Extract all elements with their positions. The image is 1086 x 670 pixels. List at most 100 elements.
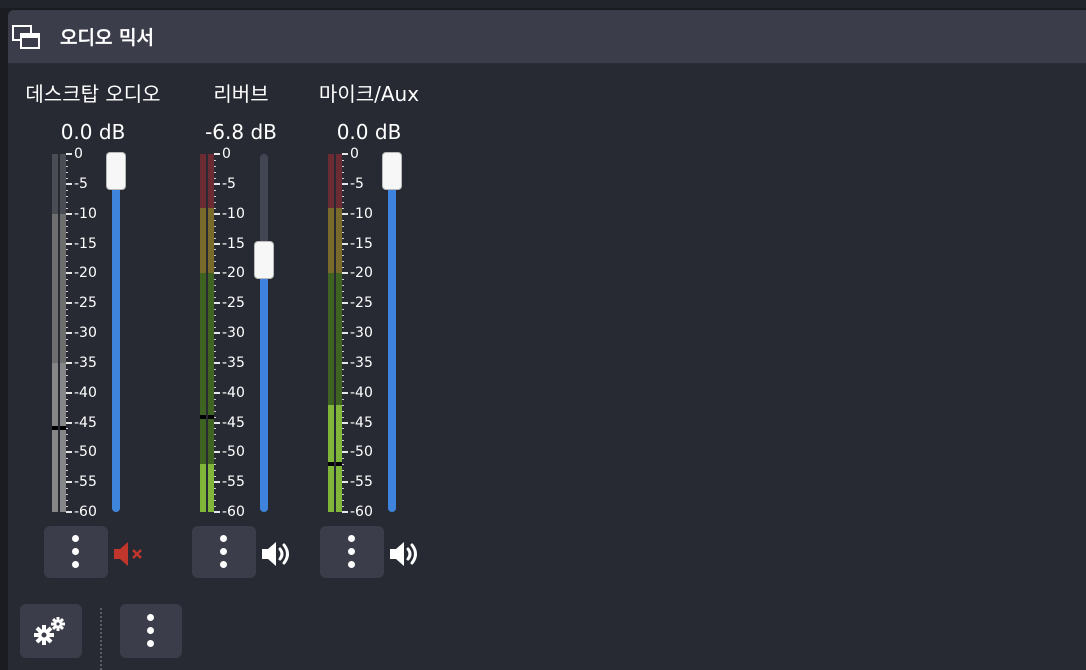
scale-minor-tick [214,279,216,281]
volume-fader-handle[interactable] [382,152,402,190]
channel-menu-button[interactable] [320,526,384,578]
float-dock-icon[interactable] [12,24,40,52]
meter-zone-red [52,154,58,208]
volume-fader-fill [260,243,268,512]
scale-label: -25 [74,295,97,312]
dock-title: 오디오 믹서 [60,27,155,49]
volume-db-label: 0.0 dB [60,120,126,144]
scale-minor-tick [66,350,68,352]
scale-minor-tick [214,219,216,221]
scale-major-tick [342,451,348,454]
scale-minor-tick [66,368,68,370]
scale-label: -25 [350,295,373,312]
scale-label: -5 [222,175,236,192]
scale-major-tick [66,451,72,454]
scale-minor-tick [66,344,68,346]
scale-minor-tick [66,189,68,191]
scale-minor-tick [214,386,216,388]
scale-minor-tick [342,261,344,263]
scale-major-tick [214,481,220,484]
scale-minor-tick [342,386,344,388]
top-strip [0,0,1086,8]
volume-fader-handle[interactable] [106,152,126,190]
muted-speaker-icon[interactable] [112,540,148,568]
scale-minor-tick [66,440,68,442]
volume-fader-fill [112,154,120,512]
scale-minor-tick [214,458,216,460]
channel-strip: 데스크탑 오디오 0.0 dB 0 -5 -10 -15 -20 -25 -30 -35 -40 -4… [8,70,178,590]
scale-major-tick [214,332,220,334]
channel-menu-button[interactable] [192,526,256,578]
scale-label: -55 [74,474,97,491]
scale-label: 0 [74,146,83,162]
scale-minor-tick [214,464,216,466]
scale-label: -40 [222,384,245,401]
speaker-icon[interactable] [388,540,424,568]
mixer-menu-button[interactable] [120,604,182,658]
scale-minor-tick [66,291,68,293]
scale-major-tick [66,481,72,484]
scale-minor-tick [342,410,344,412]
channel-menu-button[interactable] [44,526,108,578]
scale-label: -20 [350,265,373,282]
scale-minor-tick [66,404,68,406]
scale-minor-tick [66,428,68,430]
scale-minor-tick [342,494,344,496]
scale-minor-tick [214,470,216,472]
channel-name: 데스크탑 오디오 [25,82,161,106]
scale-minor-tick [342,297,344,299]
scale-minor-tick [342,338,344,340]
volume-fader-handle[interactable] [254,241,274,280]
scale-major-tick [66,391,72,394]
scale-major-tick [66,153,72,155]
scale-minor-tick [214,338,216,340]
scale-minor-tick [66,416,68,418]
scale-minor-tick [66,255,68,257]
scale-major-tick [214,421,220,424]
scale-minor-tick [342,380,344,382]
scale-major-tick [342,153,348,155]
scale-minor-tick [214,297,216,299]
scale-major-tick [214,511,220,513]
meter-scale: 0 -5 -10 -15 -20 -25 -30 -35 -40 -45 -50 -55 -60 [214,147,254,519]
volume-fader-track[interactable] [388,154,396,512]
volume-fader-track[interactable] [112,154,120,512]
scale-minor-tick [66,165,68,167]
scale-label: -60 [222,504,245,520]
meter-zone-yellow [200,207,206,274]
scale-major-tick [342,391,348,394]
meter-peak-hold [328,462,334,467]
scale-minor-tick [214,309,216,311]
scale-minor-tick [66,231,68,233]
scale-minor-tick [214,291,216,293]
scale-minor-tick [214,404,216,406]
scale-minor-tick [214,398,216,400]
meter-level-dim [52,213,58,363]
scale-minor-tick [342,285,344,287]
advanced-audio-properties-button[interactable] [20,604,82,658]
scale-minor-tick [342,279,344,281]
scale-label: 0 [350,146,359,162]
scale-label: -35 [74,354,97,371]
scale-minor-tick [66,219,68,221]
scale-minor-tick [342,231,344,233]
scale-minor-tick [342,356,344,358]
scale-minor-tick [66,225,68,227]
dock-title-bar[interactable]: 오디오 믹서 [8,10,1086,64]
volume-fader-track[interactable] [260,154,268,512]
scale-minor-tick [214,237,216,239]
scale-minor-tick [214,177,216,179]
channel-name: 마이크/Aux [318,82,420,106]
scale-label: -10 [74,205,97,222]
footer-separator [100,608,102,670]
scale-minor-tick [342,267,344,269]
scale-minor-tick [214,440,216,442]
scale-minor-tick [66,297,68,299]
scale-minor-tick [342,195,344,197]
scale-minor-tick [214,189,216,191]
scale-minor-tick [66,476,68,478]
scale-major-tick [66,511,72,513]
scale-minor-tick [66,237,68,239]
scale-minor-tick [214,380,216,382]
scale-minor-tick [214,249,216,251]
